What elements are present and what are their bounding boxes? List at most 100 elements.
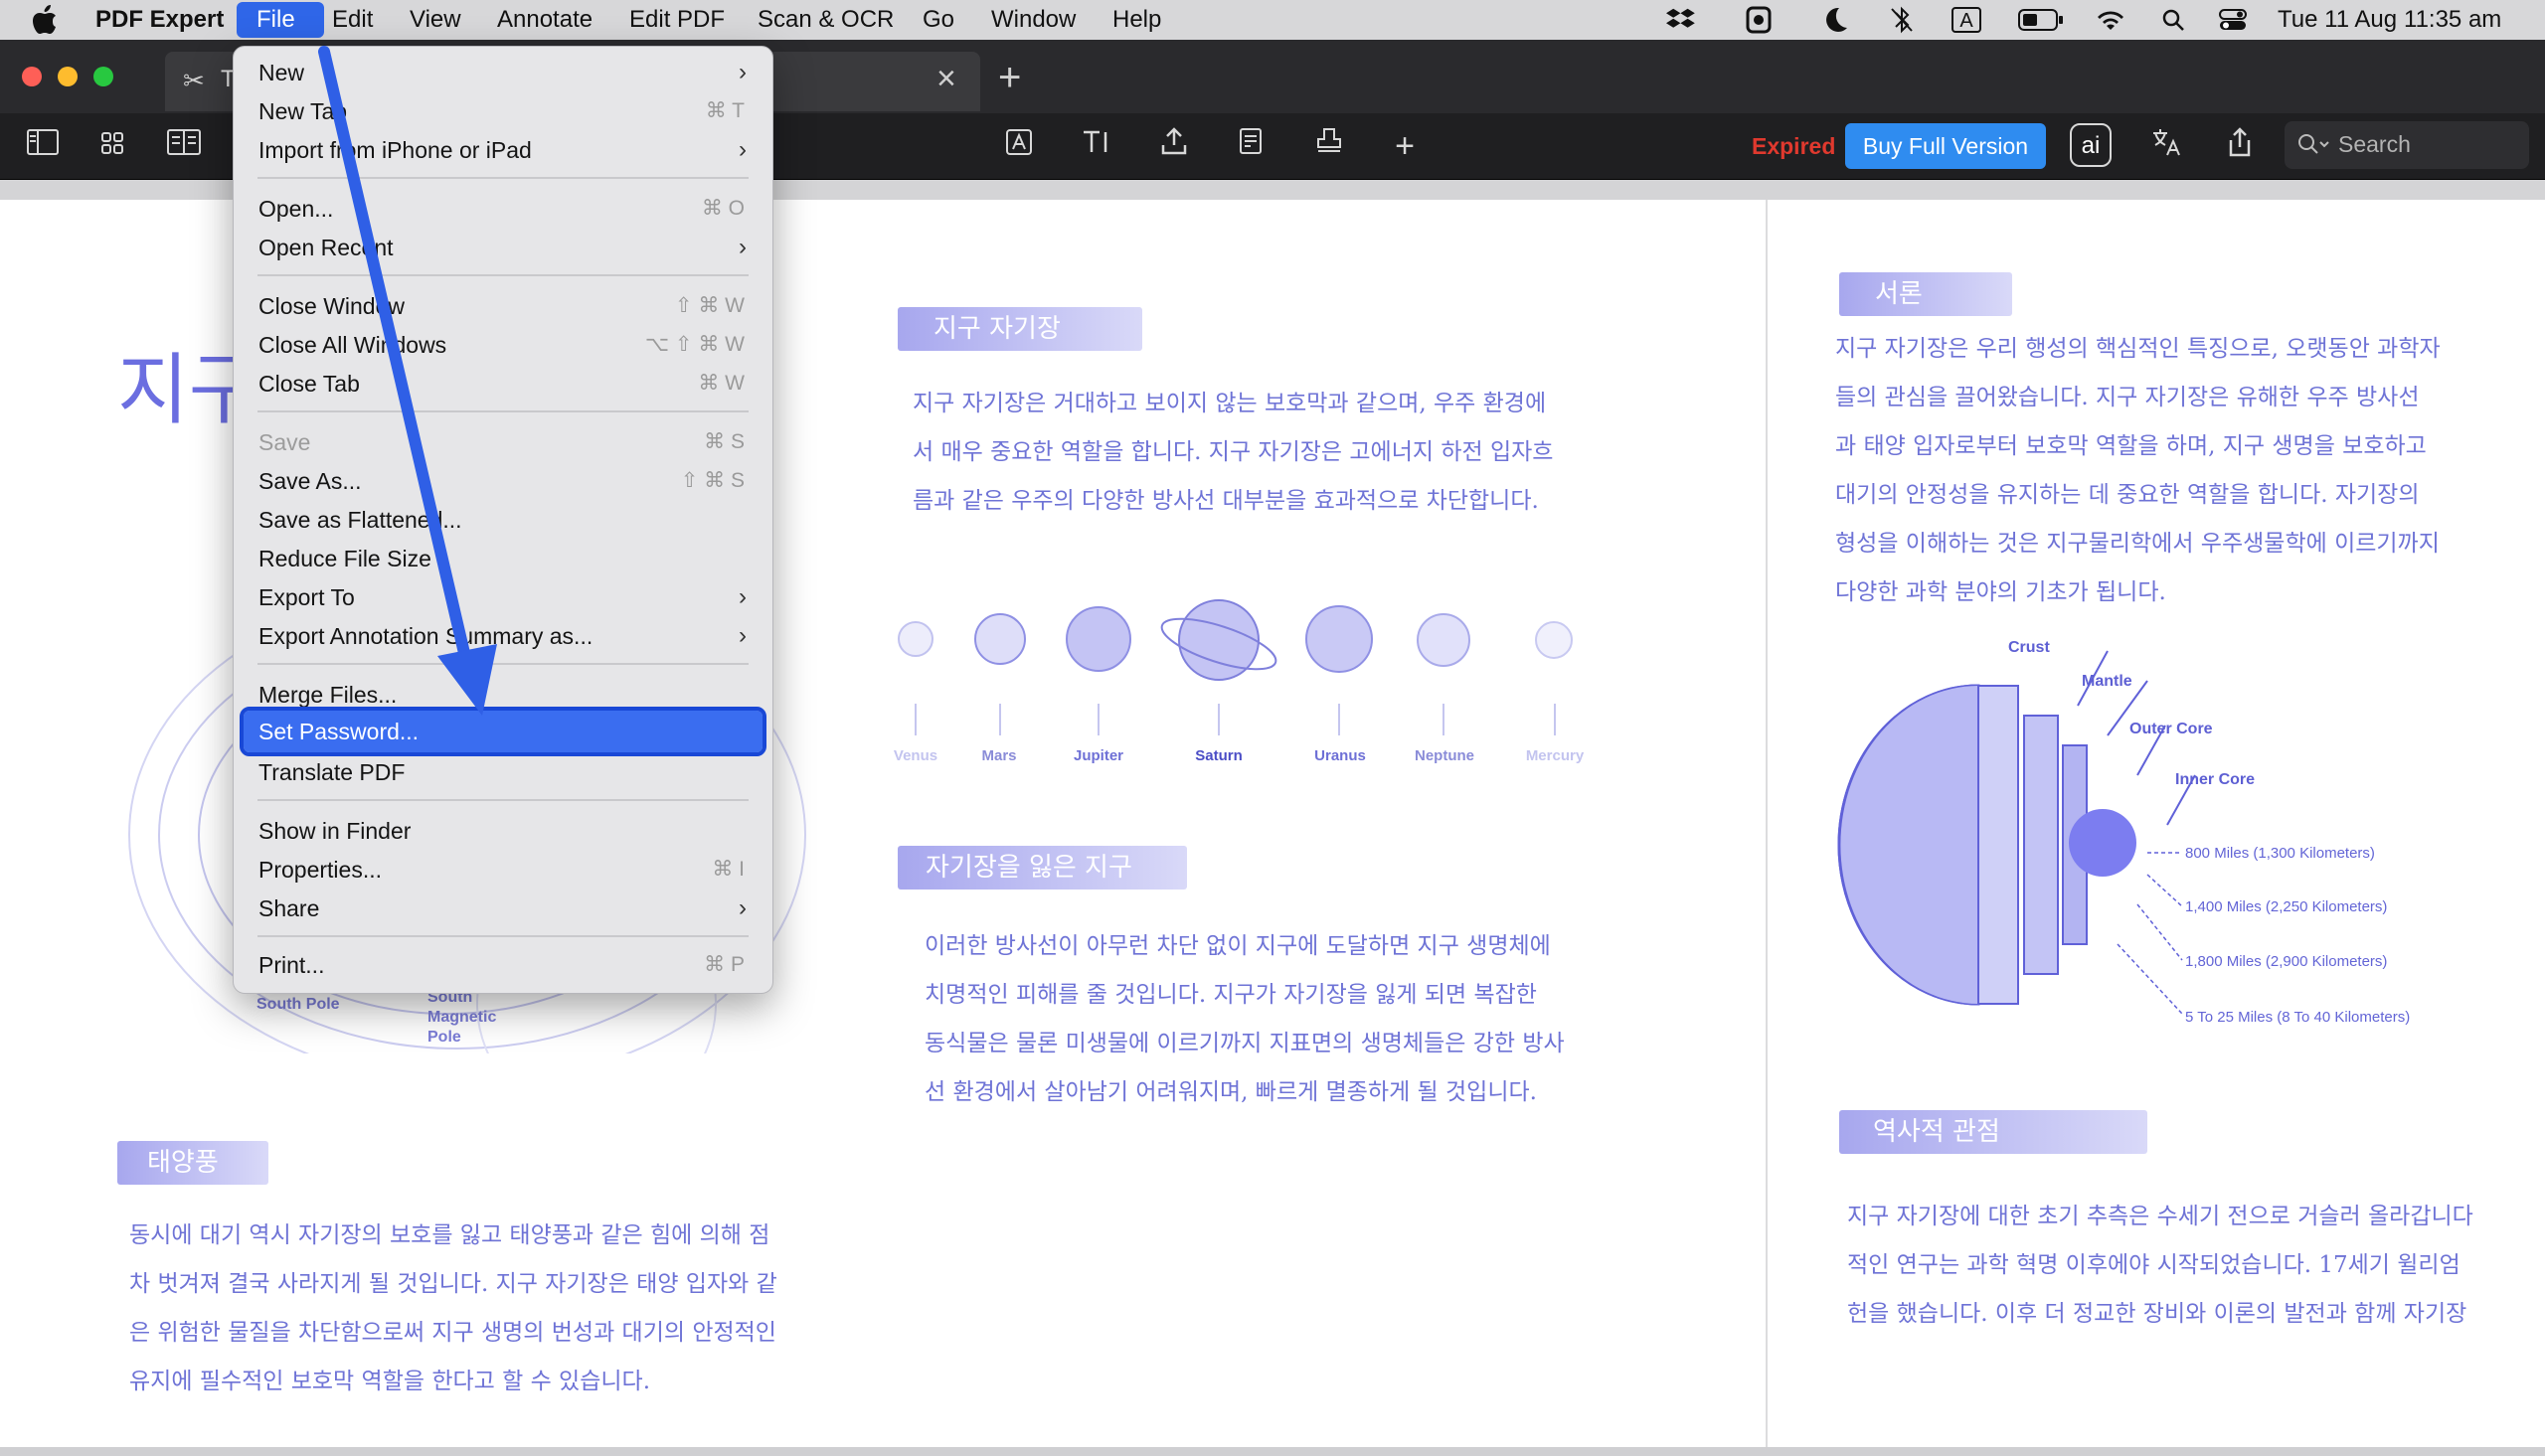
menu-separator bbox=[257, 935, 749, 937]
planet-jupiter bbox=[1066, 606, 1131, 672]
bottom-edge bbox=[0, 1447, 2545, 1456]
depth-label-2: 1,400 Miles (2,250 Kilometers) bbox=[2185, 898, 2388, 915]
text-box-icon[interactable] bbox=[1000, 127, 1038, 165]
battery-icon[interactable] bbox=[2018, 0, 2064, 40]
label-venus: Venus bbox=[893, 747, 938, 764]
shortcut-save-as: ⇧ ⌘ S bbox=[680, 469, 745, 492]
tick-jupiter bbox=[1098, 704, 1100, 735]
shortcut-print: ⌘ P bbox=[704, 953, 745, 976]
heading-historical-view: 역사적 관점 bbox=[1839, 1110, 2147, 1154]
minimize-window-button[interactable] bbox=[58, 67, 78, 86]
search-magnifier-icon bbox=[2296, 132, 2330, 163]
search-icon[interactable] bbox=[2161, 0, 2185, 40]
paragraph-magnetic-field: 지구 자기장은 거대하고 보이지 않는 보호막과 같으며, 우주 환경에 서 매우… bbox=[913, 391, 1554, 514]
menu-item-share[interactable]: Share bbox=[258, 890, 319, 926]
menu-item-properties[interactable]: Properties... bbox=[258, 852, 382, 888]
shield-icon[interactable] bbox=[1746, 0, 1772, 40]
tick-saturn bbox=[1218, 704, 1220, 735]
expired-label: Expired bbox=[1752, 133, 1836, 159]
upload-icon[interactable] bbox=[1155, 127, 1193, 165]
chevron-right-icon: › bbox=[739, 59, 747, 85]
shortcut-properties: ⌘ I bbox=[712, 858, 745, 881]
heading-introduction: 서론 bbox=[1839, 272, 2012, 316]
paragraph-earth-without-field: 이러한 방사선이 아무런 차단 없이 지구에 도달하면 지구 생명체에 치명적인 … bbox=[925, 933, 1565, 1105]
menu-scan-ocr[interactable]: Scan & OCR bbox=[758, 0, 894, 40]
bluetooth-off-icon[interactable] bbox=[1889, 0, 1915, 40]
share-icon[interactable] bbox=[2221, 127, 2259, 165]
stamp-icon[interactable] bbox=[1310, 127, 1348, 165]
planet-uranus bbox=[1305, 605, 1373, 673]
label-mantle: Mantle bbox=[2082, 673, 2132, 690]
apple-menu-icon[interactable] bbox=[32, 0, 58, 40]
depth-label-1: 800 Miles (1,300 Kilometers) bbox=[2185, 845, 2375, 862]
planet-mercury bbox=[1535, 621, 1573, 659]
paragraph-introduction: 지구 자기장은 우리 행성의 핵심적인 특징으로, 오랫동안 과학자 들의 관심을… bbox=[1835, 336, 2441, 605]
date[interactable]: Tue 11 Aug bbox=[2278, 0, 2397, 40]
label-saturn: Saturn bbox=[1195, 747, 1243, 764]
zoom-window-button[interactable] bbox=[93, 67, 113, 86]
grid-view-icon[interactable] bbox=[93, 127, 131, 165]
chevron-right-icon: › bbox=[739, 234, 747, 260]
shortcut-close-tab: ⌘ W bbox=[698, 372, 745, 395]
tick-uranus bbox=[1338, 704, 1340, 735]
buy-full-version-button[interactable]: Buy Full Version bbox=[1845, 123, 2046, 169]
tick-venus bbox=[915, 704, 917, 735]
close-window-button[interactable] bbox=[22, 67, 42, 86]
menu-help[interactable]: Help bbox=[1112, 0, 1161, 40]
paragraph-solar-wind: 동시에 대기 역시 자기장의 보호를 잃고 태양풍과 같은 힘에 의해 점차 벗… bbox=[129, 1222, 777, 1394]
moon-icon[interactable] bbox=[1823, 0, 1849, 40]
tick-mars bbox=[999, 704, 1001, 735]
menu-item-show-in-finder[interactable]: Show in Finder bbox=[258, 813, 411, 849]
label-inner-core: Inner Core bbox=[2175, 771, 2256, 788]
planet-venus bbox=[898, 621, 933, 657]
planet-neptune bbox=[1417, 613, 1470, 667]
label-crust: Crust bbox=[2008, 639, 2050, 656]
wifi-icon[interactable] bbox=[2096, 0, 2125, 40]
add-icon[interactable]: + bbox=[1386, 127, 1424, 165]
annotation-arrow bbox=[318, 46, 497, 716]
keyboard-a-icon[interactable]: A bbox=[1951, 7, 1981, 33]
label-uranus: Uranus bbox=[1314, 747, 1366, 764]
shortcut-save: ⌘ S bbox=[704, 430, 745, 453]
planet-saturn bbox=[1160, 599, 1277, 681]
new-tab-button[interactable]: + bbox=[998, 52, 1021, 103]
label-jupiter: Jupiter bbox=[1073, 747, 1123, 764]
reader-view-icon[interactable] bbox=[165, 127, 203, 165]
tick-mercury bbox=[1554, 704, 1556, 735]
dropbox-icon[interactable] bbox=[1666, 0, 1698, 40]
south-pole-label: South Pole bbox=[256, 996, 340, 1013]
menu-item-print[interactable]: Print... bbox=[258, 947, 324, 983]
shortcut-close-window: ⇧ ⌘ W bbox=[674, 294, 745, 317]
tools-icon: ✂ bbox=[183, 66, 205, 95]
shortcut-open: ⌘ O bbox=[701, 197, 745, 220]
time[interactable]: 11:35 am bbox=[2404, 0, 2501, 40]
menu-go[interactable]: Go bbox=[923, 0, 954, 40]
planet-mars bbox=[974, 613, 1026, 665]
depth-label-4: 5 To 25 Miles (8 To 40 Kilometers) bbox=[2185, 1009, 2411, 1026]
label-mars: Mars bbox=[981, 747, 1017, 764]
menu-file[interactable]: File bbox=[256, 0, 295, 40]
annotate-page-icon[interactable] bbox=[1233, 127, 1271, 165]
south-magnetic-pole-label: South Magnetic Pole bbox=[427, 989, 497, 1046]
paragraph-historical-view: 지구 자기장에 대한 초기 추측은 수세기 전으로 거슬러 올라갑니다 적인 연구… bbox=[1847, 1204, 2473, 1327]
menu-window[interactable]: Window bbox=[991, 0, 1076, 40]
chevron-right-icon: › bbox=[739, 136, 747, 163]
app-name[interactable]: PDF Expert bbox=[95, 0, 224, 40]
depth-label-3: 1,800 Miles (2,900 Kilometers) bbox=[2185, 953, 2388, 970]
close-tab-icon[interactable]: × bbox=[936, 60, 956, 98]
menu-edit-pdf[interactable]: Edit PDF bbox=[629, 0, 725, 40]
heading-magnetic-field: 지구 자기장 bbox=[898, 307, 1142, 351]
sidebar-icon[interactable] bbox=[24, 127, 62, 165]
earth-layers-diagram bbox=[1837, 684, 2088, 1006]
search-field[interactable]: Search bbox=[2285, 121, 2529, 169]
control-center-icon[interactable] bbox=[2219, 0, 2247, 40]
menu-separator bbox=[257, 799, 749, 801]
label-outer-core: Outer Core bbox=[2129, 721, 2213, 737]
label-mercury: Mercury bbox=[1525, 747, 1585, 764]
shortcut-close-all-windows: ⌥ ⇧ ⌘ W bbox=[644, 333, 745, 356]
translate-icon[interactable] bbox=[2147, 127, 2185, 165]
text-tool-icon[interactable] bbox=[1078, 127, 1115, 165]
ai-assistant-button[interactable]: ai bbox=[2070, 123, 2112, 167]
chevron-right-icon: › bbox=[739, 622, 747, 649]
menu-item-translate-pdf[interactable]: Translate PDF bbox=[258, 754, 405, 790]
